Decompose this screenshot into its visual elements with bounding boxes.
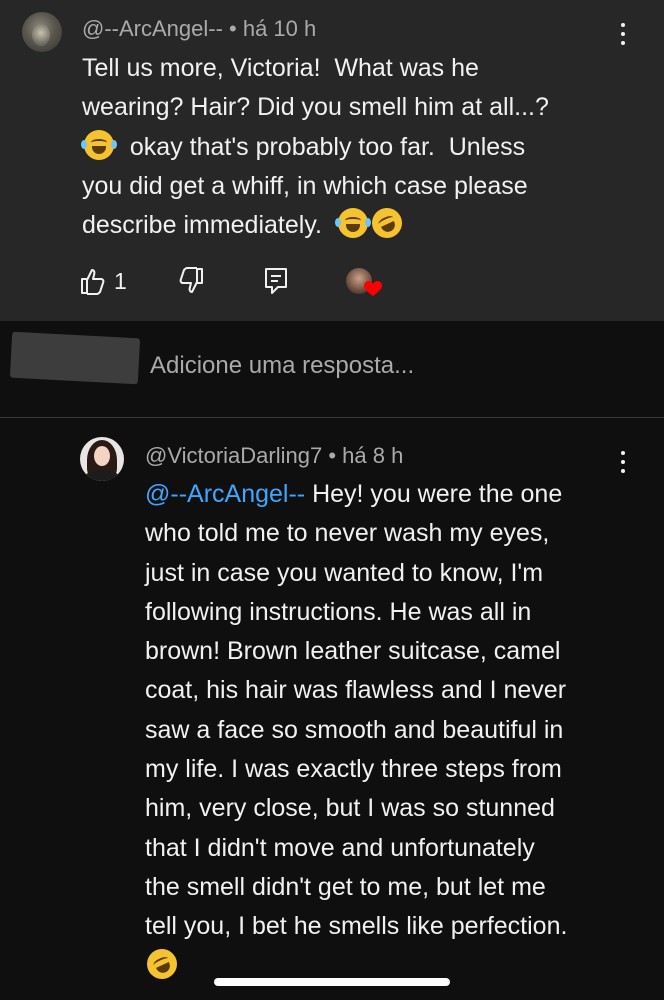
reply-line: brown! Brown leather suitcase, camel [145,637,561,666]
reply-line: tell you, I bet he smells like perfectio… [145,912,568,941]
comment-line-with-emoji: okay that's probably too far. Unless [81,128,549,167]
comment-line-with-emoji: describe immediately. [82,203,549,245]
comment-line: wearing? Hair? Did you smell him at all.… [82,93,549,122]
like-icon [81,269,105,295]
reply-avatar[interactable] [80,437,124,481]
mention-link[interactable]: @--ArcAngel-- [145,480,305,508]
comment-author[interactable]: @--ArcAngel-- [82,16,223,41]
reply-line: who told me to never wash my eyes, [145,519,550,548]
face-with-tears-of-joy-icon [334,208,371,239]
reply-icon [265,268,287,294]
reply-time: • há 8 h [328,443,404,468]
comment-more-icon[interactable] [620,21,626,47]
reply-line: Hey! you were the one [305,480,563,508]
reply-line: the smell didn't get to me, but let me [145,872,546,901]
reply-line: saw a face so smooth and beautiful in [145,715,564,744]
like-count: 1 [114,267,127,294]
creator-heart-icon [364,281,382,296]
reply-line: just in case you wanted to know, I'm [145,558,544,587]
commenter-avatar[interactable] [22,12,62,52]
reply-first-line: @--ArcAngel-- Hey! you were the one [145,475,567,514]
reply-line: my life. I was exactly three steps from [145,755,562,784]
redacted-avatar [9,331,141,385]
comment-line: Tell us more, Victoria! What was he [82,54,479,82]
rolling-on-floor-laughing-icon [366,203,407,244]
reply-line: him, very close, but I was so stunned [145,794,555,823]
dislike-icon [179,267,203,293]
home-indicator[interactable] [214,978,450,986]
reply-meta: @VictoriaDarling7 • há 8 h [145,443,403,469]
reply-text: @--ArcAngel-- Hey! you were the one who t… [142,475,568,986]
reply-line: following instructions. He was all in [145,597,532,626]
comment-line: you did get a whiff, in which case pleas… [82,171,528,200]
dislike-button[interactable] [178,263,204,299]
comment-text: Tell us more, Victoria! What was he weari… [81,49,549,245]
reply-author[interactable]: @VictoriaDarling7 [145,443,322,468]
reply-more-icon[interactable] [620,449,626,475]
comment-line: describe immediately. [82,211,322,240]
comment-meta: @--ArcAngel-- • há 10 h [82,16,316,42]
face-with-tears-of-joy-icon [81,129,117,160]
comment-time: • há 10 h [229,16,317,41]
like-button[interactable]: 1 [80,263,127,299]
reply-line: that I didn't move and unfortunately [145,833,535,862]
rolling-on-floor-laughing-icon [142,943,182,984]
reply-line: coat, his hair was flawless and I never [145,676,567,705]
reply-button[interactable] [264,263,288,299]
comment-line: okay that's probably too far. Unless [129,132,526,161]
add-reply-input[interactable]: Adicione uma resposta... [150,352,414,380]
